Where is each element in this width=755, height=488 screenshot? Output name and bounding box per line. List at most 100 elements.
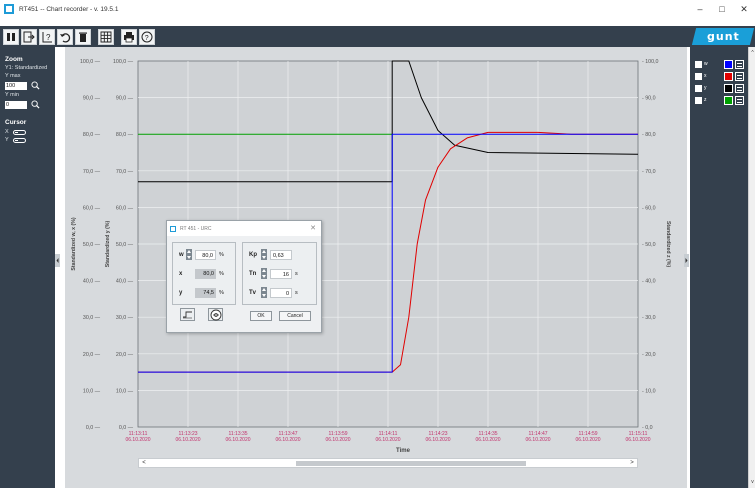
vertical-scrollbar[interactable]: ^ v bbox=[748, 47, 755, 488]
x-tick-date-label: 06.10.2020 bbox=[175, 437, 200, 443]
ok-button[interactable]: OK bbox=[250, 311, 272, 321]
y-outer-tick-label: 0,0 — bbox=[86, 425, 101, 431]
y-tick-label: 70,0 — bbox=[116, 169, 134, 175]
w-row: w 80,0 % bbox=[179, 249, 241, 260]
right-panel-collapse-handle[interactable] bbox=[684, 254, 689, 267]
dialog-app-icon bbox=[170, 225, 176, 232]
tn-row: Tn 16 s bbox=[249, 268, 322, 279]
y-axis-label-outer: Standardized w, x (%) bbox=[71, 217, 77, 270]
y-right-tick-label: - 100,0 bbox=[642, 59, 659, 65]
y-outer-tick-label: 100,0 — bbox=[80, 59, 101, 65]
y-value: 74,5 bbox=[195, 287, 216, 298]
y-tick-label: 90,0 — bbox=[116, 96, 134, 102]
legend-color-z[interactable] bbox=[724, 96, 733, 105]
y-row: y 74,5 % bbox=[179, 287, 241, 298]
legend-checkbox-x[interactable] bbox=[695, 73, 702, 80]
y-outer-tick-label: 70,0 — bbox=[83, 169, 101, 175]
tn-input[interactable]: 16 bbox=[270, 268, 292, 279]
x-value: 80,0 bbox=[195, 268, 216, 279]
tn-label: Tn bbox=[249, 270, 257, 277]
y-outer-tick-label: 90,0 — bbox=[83, 96, 101, 102]
y-tick-label: 20,0 — bbox=[116, 352, 134, 358]
y-right-tick-label: - 80,0 bbox=[642, 132, 656, 138]
dialog-close-button[interactable]: ✕ bbox=[310, 224, 316, 232]
x-unit: % bbox=[219, 270, 224, 277]
tv-spinner[interactable] bbox=[261, 287, 267, 298]
legend-color-w[interactable] bbox=[724, 60, 733, 69]
y-tick-label: 80,0 — bbox=[116, 132, 134, 138]
tv-row: Tv 0 s bbox=[249, 287, 322, 298]
controller-mode-button[interactable] bbox=[208, 308, 223, 321]
y-tick-label: 40,0 — bbox=[116, 279, 134, 285]
y-tick-label: 30,0 — bbox=[116, 315, 134, 321]
step-response-icon bbox=[183, 311, 192, 319]
controller-mode-icon bbox=[210, 309, 221, 320]
tv-unit: s bbox=[295, 289, 298, 296]
y-right-tick-label: - 50,0 bbox=[642, 242, 656, 248]
y-unit: % bbox=[219, 289, 224, 296]
legend-checkbox-z[interactable] bbox=[695, 97, 702, 104]
scroll-down-arrow[interactable]: v bbox=[749, 479, 755, 485]
y-right-tick-label: - 40,0 bbox=[642, 279, 656, 285]
kp-row: Kp 0,63 bbox=[249, 249, 322, 260]
y-right-tick-label: - 30,0 bbox=[642, 315, 656, 321]
dialog-title-bar[interactable]: RT 451 - URC ✕ bbox=[167, 221, 321, 236]
y-outer-tick-label: 30,0 — bbox=[83, 315, 101, 321]
x-tick-date-label: 06.10.2020 bbox=[525, 437, 550, 443]
pid-parameters-group: Kp 0,63 Tn 16 s Tv 0 s bbox=[242, 242, 317, 305]
app-window: RT451 -- Chart recorder - v. 19.5.1 – □ … bbox=[0, 0, 755, 488]
kp-input[interactable]: 0,63 bbox=[270, 249, 292, 260]
x-tick-date-label: 06.10.2020 bbox=[275, 437, 300, 443]
tn-unit: s bbox=[295, 270, 298, 277]
y-outer-tick-label: 20,0 — bbox=[83, 352, 101, 358]
w-spinner[interactable] bbox=[186, 249, 192, 260]
step-response-button[interactable] bbox=[180, 308, 195, 321]
kp-spinner[interactable] bbox=[261, 249, 267, 260]
y-tick-label: 10,0 — bbox=[116, 388, 134, 394]
y-right-tick-label: - 10,0 bbox=[642, 388, 656, 394]
legend-color-y[interactable] bbox=[724, 84, 733, 93]
controller-dialog: RT 451 - URC ✕ w 80,0 % x 80,0 % y 74,5 … bbox=[166, 220, 322, 333]
legend-color-x[interactable] bbox=[724, 72, 733, 81]
x-axis-label: Time bbox=[396, 448, 411, 454]
cancel-button[interactable]: Cancel bbox=[279, 311, 311, 321]
legend-label-z: z bbox=[704, 97, 707, 103]
scroll-up-arrow[interactable]: ^ bbox=[749, 50, 755, 56]
tn-spinner[interactable] bbox=[261, 268, 267, 279]
legend-item-x[interactable]: x bbox=[690, 72, 748, 82]
w-label: w bbox=[179, 251, 184, 258]
w-input[interactable]: 80,0 bbox=[195, 249, 216, 260]
y-outer-tick-label: 50,0 — bbox=[83, 242, 101, 248]
legend-checkbox-w[interactable] bbox=[695, 61, 702, 68]
tv-input[interactable]: 0 bbox=[270, 287, 292, 298]
y-axis-label-inner: Standardized y (%) bbox=[105, 221, 111, 268]
y-tick-label: 60,0 — bbox=[116, 205, 134, 211]
y-outer-tick-label: 60,0 — bbox=[83, 205, 101, 211]
legend-item-y[interactable]: y bbox=[690, 84, 748, 94]
legend-item-z[interactable]: z bbox=[690, 96, 748, 106]
scrollbar-thumb[interactable] bbox=[296, 461, 526, 466]
scroll-left-arrow[interactable]: < bbox=[140, 459, 148, 468]
legend-checkbox-y[interactable] bbox=[695, 85, 702, 92]
y-tick-label: 50,0 — bbox=[116, 242, 134, 248]
legend-item-w[interactable]: w bbox=[690, 60, 748, 70]
y-axis-label-right: Standardized z (%) bbox=[665, 221, 671, 267]
kp-label: Kp bbox=[249, 251, 257, 258]
horizontal-scrollbar[interactable]: < > bbox=[138, 458, 638, 468]
legend-style-x[interactable] bbox=[735, 72, 744, 81]
legend-panel: w x y z bbox=[690, 47, 748, 488]
dialog-title: RT 451 - URC bbox=[180, 225, 212, 232]
w-unit: % bbox=[219, 251, 224, 258]
x-tick-date-label: 06.10.2020 bbox=[375, 437, 400, 443]
legend-label-w: w bbox=[704, 61, 708, 67]
chevron-right-icon bbox=[685, 258, 688, 263]
legend-style-z[interactable] bbox=[735, 96, 744, 105]
tv-label: Tv bbox=[249, 289, 257, 296]
x-tick-date-label: 06.10.2020 bbox=[625, 437, 650, 443]
x-tick-date-label: 06.10.2020 bbox=[125, 437, 150, 443]
scroll-right-arrow[interactable]: > bbox=[628, 459, 636, 468]
legend-label-y: y bbox=[704, 85, 707, 91]
x-tick-date-label: 06.10.2020 bbox=[425, 437, 450, 443]
legend-style-y[interactable] bbox=[735, 84, 744, 93]
legend-style-w[interactable] bbox=[735, 60, 744, 69]
